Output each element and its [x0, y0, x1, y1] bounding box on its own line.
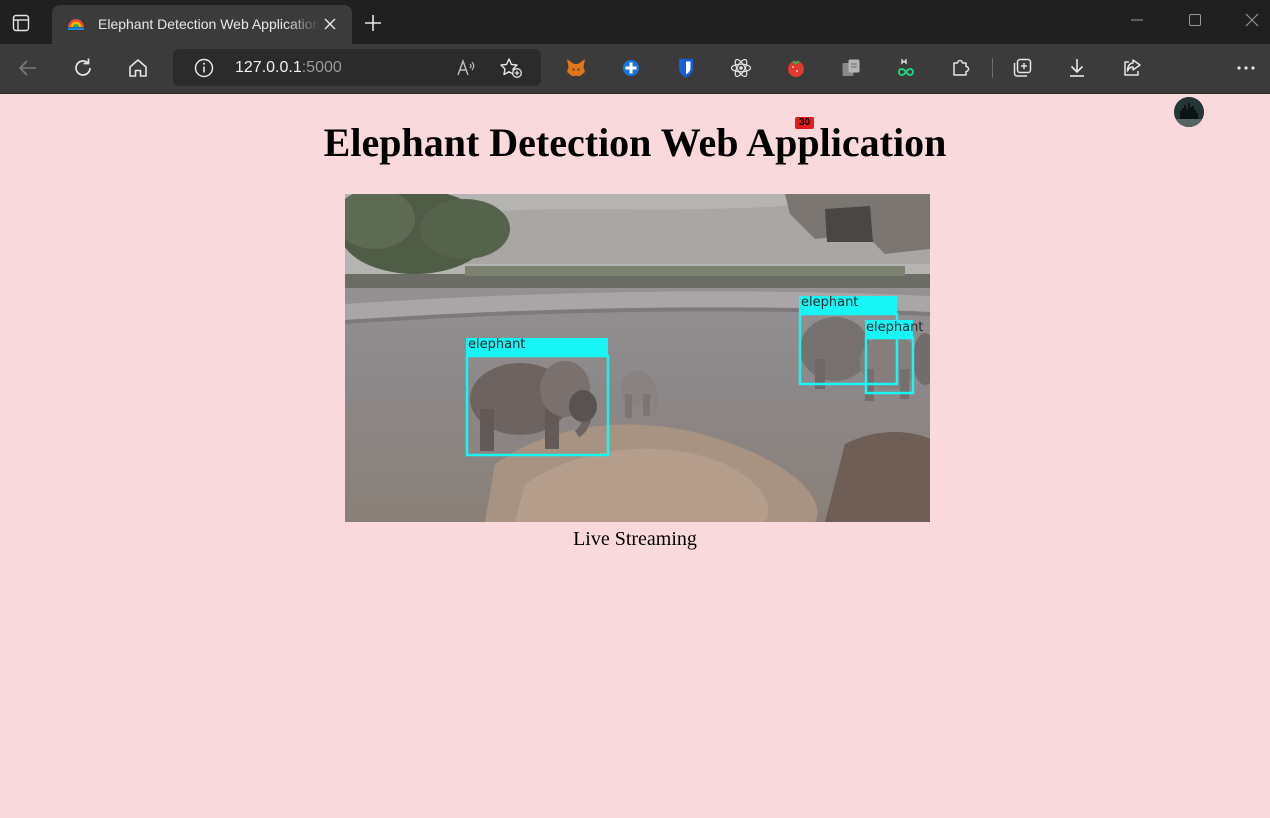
toolbar-divider	[992, 58, 993, 78]
address-port: :5000	[301, 59, 342, 76]
address-url[interactable]: 127.0.0.1:5000	[235, 58, 342, 78]
sidebar-tabs-icon[interactable]	[10, 12, 32, 34]
refresh-icon[interactable]	[71, 56, 95, 80]
bitwarden-icon[interactable]	[674, 56, 698, 80]
detection-label: elephant	[801, 295, 858, 310]
tab-title: Elephant Detection Web Application	[98, 16, 320, 32]
close-icon[interactable]	[322, 16, 338, 32]
browser-tab[interactable]: Elephant Detection Web Application	[52, 5, 352, 44]
page-title: Elephant Detection Web Application	[323, 120, 947, 165]
maximize-icon[interactable]	[1183, 10, 1207, 30]
minimize-icon[interactable]	[1125, 10, 1149, 30]
detection-label: elephant	[468, 337, 525, 352]
info-icon[interactable]	[193, 57, 215, 79]
live-video-stream: elephant elephant elephant	[345, 194, 930, 522]
back-icon[interactable]	[16, 56, 40, 80]
home-icon[interactable]	[126, 56, 150, 80]
downloads-icon[interactable]	[1065, 56, 1089, 80]
react-devtools-icon[interactable]	[729, 56, 753, 80]
detection-label: elephant	[866, 320, 923, 335]
address-bar[interactable]: 127.0.0.1:5000	[173, 49, 541, 86]
share-icon[interactable]	[1120, 56, 1144, 80]
window-close-icon[interactable]	[1240, 10, 1264, 30]
address-host: 127.0.0.1	[235, 59, 302, 76]
add-favorite-icon[interactable]	[499, 57, 523, 79]
browser-toolbar: 127.0.0.1:5000 30	[0, 44, 1270, 129]
read-aloud-icon[interactable]	[455, 57, 477, 79]
stream-caption: Live Streaming	[573, 528, 697, 550]
more-icon[interactable]	[1234, 56, 1258, 80]
copy-extension-icon[interactable]	[839, 56, 863, 80]
browser-titlebar: Elephant Detection Web Application	[0, 0, 1270, 44]
extensions-icon[interactable]	[949, 56, 973, 80]
mapper-extension-icon[interactable]	[894, 56, 918, 80]
metamask-icon[interactable]	[564, 56, 588, 80]
plus-icon[interactable]	[362, 12, 384, 34]
collections-icon[interactable]	[1010, 56, 1034, 80]
tab-favicon	[66, 14, 86, 34]
blue-extension-icon[interactable]	[619, 56, 643, 80]
tomato-timer-icon[interactable]	[784, 56, 808, 80]
